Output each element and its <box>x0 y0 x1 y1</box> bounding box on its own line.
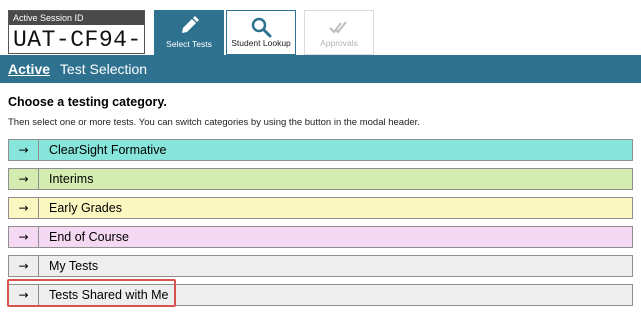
double-check-icon <box>328 16 350 38</box>
session-id-box: Active Session ID UAT-CF94-2 <box>8 10 145 81</box>
arrow-right-icon: → <box>9 256 39 276</box>
approvals-button[interactable]: Approvals <box>304 10 374 55</box>
breadcrumb-current: Test Selection <box>59 61 148 77</box>
magnifier-icon <box>250 16 272 38</box>
category-label: End of Course <box>49 230 129 244</box>
arrow-right-icon: → <box>9 198 39 218</box>
arrow-right-icon: → <box>9 169 39 189</box>
category-label: My Tests <box>49 259 99 273</box>
category-my-tests[interactable]: → My Tests <box>8 255 633 277</box>
breadcrumb-active-link[interactable]: Active <box>8 61 50 77</box>
session-id-label: Active Session ID <box>9 11 144 25</box>
select-tests-button[interactable]: Select Tests <box>154 10 224 55</box>
student-lookup-label: Student Lookup <box>231 38 291 48</box>
category-label: Interims <box>49 172 94 186</box>
arrow-right-icon: → <box>9 140 39 160</box>
category-label: Early Grades <box>49 201 122 215</box>
arrow-right-icon: → <box>9 227 39 247</box>
category-list: → ClearSight Formative → Interims → Earl… <box>8 139 633 313</box>
category-clearsight-formative[interactable]: → ClearSight Formative <box>8 139 633 161</box>
category-label: ClearSight Formative <box>49 143 167 157</box>
student-lookup-button[interactable]: Student Lookup <box>226 10 296 55</box>
pencil-icon <box>178 15 200 37</box>
category-early-grades[interactable]: → Early Grades <box>8 197 633 219</box>
arrow-right-icon: → <box>9 285 39 305</box>
category-label: Tests Shared with Me <box>49 288 169 302</box>
category-tests-shared-with-me[interactable]: → Tests Shared with Me <box>8 284 633 306</box>
instructions-text: Then select one or more tests. You can s… <box>8 117 420 128</box>
page-heading: Choose a testing category. <box>8 95 167 109</box>
breadcrumb: Active Test Selection <box>0 55 641 83</box>
approvals-label: Approvals <box>320 38 358 48</box>
select-tests-label: Select Tests <box>166 39 212 49</box>
category-interims[interactable]: → Interims <box>8 168 633 190</box>
category-end-of-course[interactable]: → End of Course <box>8 226 633 248</box>
